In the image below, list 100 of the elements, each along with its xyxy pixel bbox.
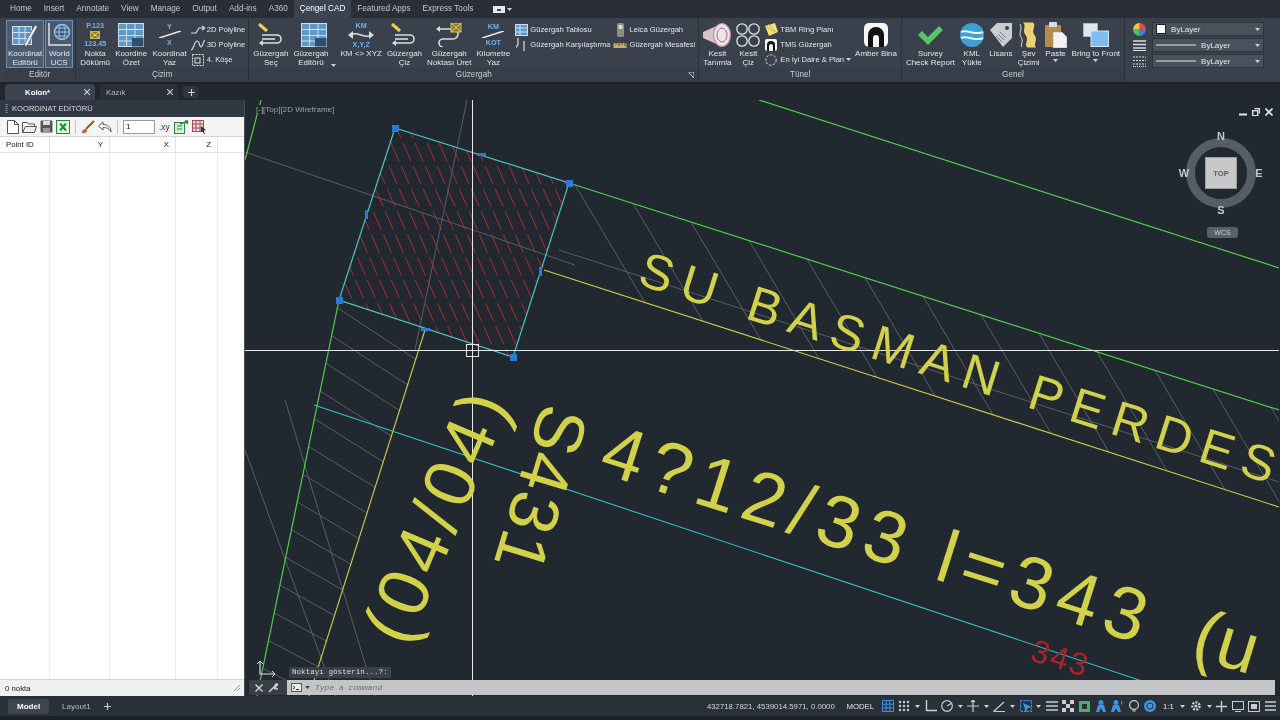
polar-icon[interactable] xyxy=(941,700,954,712)
ribbon-tab[interactable]: View xyxy=(115,0,145,18)
caret-icon xyxy=(1206,704,1212,708)
ribbon-button[interactable]: Güzergah Seç xyxy=(251,20,291,68)
plus-icon[interactable] xyxy=(1216,700,1228,712)
ribbon-tab[interactable]: Add-ins xyxy=(222,0,263,18)
ribbon-button[interactable]: Bring to Front xyxy=(1069,20,1123,68)
grid-icon[interactable] xyxy=(881,700,894,712)
undo-icon[interactable] xyxy=(98,120,112,133)
ribbon-button[interactable]: Survey Check Report xyxy=(903,20,957,68)
ribbon-button[interactable]: Şev Çizimi xyxy=(1015,20,1042,68)
selection-icon[interactable] xyxy=(1019,700,1032,712)
ribbon-button[interactable]: Güzergah Çiz xyxy=(384,20,425,68)
line-sample-icon xyxy=(1156,60,1197,62)
count-field[interactable]: 1 xyxy=(123,119,155,134)
ribbon-tab[interactable]: Output xyxy=(186,0,223,18)
caret-icon xyxy=(957,704,963,708)
right-angle-icon[interactable] xyxy=(924,700,937,712)
ribbon-button[interactable]: Kesit Tanımla xyxy=(701,20,734,68)
lines-icon[interactable] xyxy=(1045,700,1058,712)
ribbon-tab[interactable]: Home xyxy=(4,0,38,18)
ribbon-tab[interactable]: Annotate xyxy=(70,0,116,18)
view-label[interactable]: [-][Top][2D Wireframe] xyxy=(255,105,336,114)
ribbon-tab[interactable]: Manage xyxy=(144,0,187,18)
angle-icon[interactable] xyxy=(993,700,1006,712)
launcher-icon[interactable] xyxy=(688,72,695,78)
ribbon-button[interactable]: World UCS xyxy=(45,20,74,68)
ribbon-button[interactable]: Güzergah Editörü xyxy=(291,20,338,68)
ribbon-button[interactable]: Koordine Özet xyxy=(113,20,150,68)
property-dropdown[interactable]: ByLayer xyxy=(1152,22,1265,36)
save-icon[interactable] xyxy=(40,120,53,133)
square-icon[interactable] xyxy=(1079,700,1091,712)
plus-icon[interactable] xyxy=(103,702,111,710)
ribbon-tab[interactable]: Featured Apps xyxy=(351,0,417,18)
snap-arrows-icon[interactable] xyxy=(967,700,980,712)
person-star-icon[interactable] xyxy=(1111,700,1124,712)
new-tab-button[interactable] xyxy=(183,86,199,98)
path-marker-icon xyxy=(436,22,463,47)
compass-label[interactable]: W xyxy=(1178,167,1190,179)
ribbon-button[interactable]: Paste xyxy=(1042,20,1069,68)
ribbon-tab[interactable]: Express Tools xyxy=(416,0,480,18)
caret-icon xyxy=(1255,59,1261,63)
restore-icon[interactable] xyxy=(1252,108,1260,116)
xy-button[interactable]: .xy xyxy=(158,119,171,134)
close-icon[interactable] xyxy=(1265,108,1273,116)
dashed-circle-icon xyxy=(765,53,778,66)
ribbon-button[interactable]: Amber Bina xyxy=(853,20,899,68)
spreadsheet-arrows-icon[interactable] xyxy=(173,119,189,134)
ribbon-button[interactable]: Lisans xyxy=(986,20,1015,68)
spreadsheet-icon[interactable] xyxy=(56,119,70,134)
property-dropdown[interactable]: ByLayer xyxy=(1152,54,1265,68)
clipboard-icon xyxy=(1044,22,1067,48)
terminal-icon[interactable] xyxy=(291,683,302,692)
bracket-lines-icon xyxy=(516,38,527,51)
pencil-path-icon xyxy=(391,22,418,47)
wavy-strip-icon xyxy=(1018,22,1039,48)
property-dropdown[interactable]: ByLayer xyxy=(1152,38,1265,52)
command-input[interactable]: Type a command xyxy=(313,680,1275,695)
new-file-icon[interactable] xyxy=(7,119,19,134)
color-wheel-icon xyxy=(1133,22,1147,36)
ribbon-button[interactable]: Koordinat Editörü xyxy=(6,20,45,68)
layout-tab[interactable]: Model xyxy=(8,698,50,714)
checker-icon[interactable] xyxy=(1062,700,1075,712)
table-cursor-icon[interactable] xyxy=(191,119,207,134)
layout-tab[interactable]: Layout1 xyxy=(53,698,100,714)
menu-icon[interactable] xyxy=(1265,701,1276,711)
line-types-icon xyxy=(1133,55,1147,67)
fullscreen-icon[interactable] xyxy=(1248,700,1261,712)
compass-label[interactable]: E xyxy=(1255,167,1263,179)
polyline-icon xyxy=(190,24,205,35)
grip-icon xyxy=(5,104,8,113)
close-icon[interactable] xyxy=(255,683,263,692)
settings-icon[interactable] xyxy=(1190,700,1203,712)
person-icon[interactable] xyxy=(1094,700,1107,712)
ribbon-button[interactable]: Güzergah Noktası Üret xyxy=(425,20,474,68)
bulb-icon[interactable] xyxy=(1127,700,1140,712)
circle-icon[interactable] xyxy=(1144,700,1157,712)
close-icon[interactable] xyxy=(167,89,173,95)
compass-label[interactable]: S xyxy=(1217,204,1225,216)
panel-title: Güzergah xyxy=(249,68,699,82)
marker-icon xyxy=(90,30,101,39)
ribbon-tab[interactable]: A360 xyxy=(262,0,294,18)
open-folder-icon[interactable] xyxy=(22,120,37,133)
ribbon-button[interactable]: Kesit Çiz xyxy=(734,20,763,68)
check-icon xyxy=(917,24,944,45)
dot-grid-icon[interactable] xyxy=(898,700,911,712)
wrench-icon[interactable] xyxy=(268,682,278,693)
globe-axes-icon xyxy=(47,22,72,47)
panel-toggle-icon[interactable] xyxy=(493,5,506,13)
curve-icon xyxy=(190,38,205,51)
close-icon[interactable] xyxy=(84,89,90,95)
ribbon-button[interactable]: KML Yükle xyxy=(957,20,986,68)
plus-icon xyxy=(187,88,195,96)
table-icon xyxy=(118,22,145,47)
caret-icon xyxy=(305,686,310,689)
display-icon[interactable] xyxy=(1231,700,1244,712)
ribbon-tab[interactable]: Çengel CAD xyxy=(293,0,352,18)
compass-label[interactable]: N xyxy=(1217,130,1225,142)
ribbon-tab[interactable]: Insert xyxy=(37,0,71,18)
brush-icon[interactable] xyxy=(81,119,95,134)
